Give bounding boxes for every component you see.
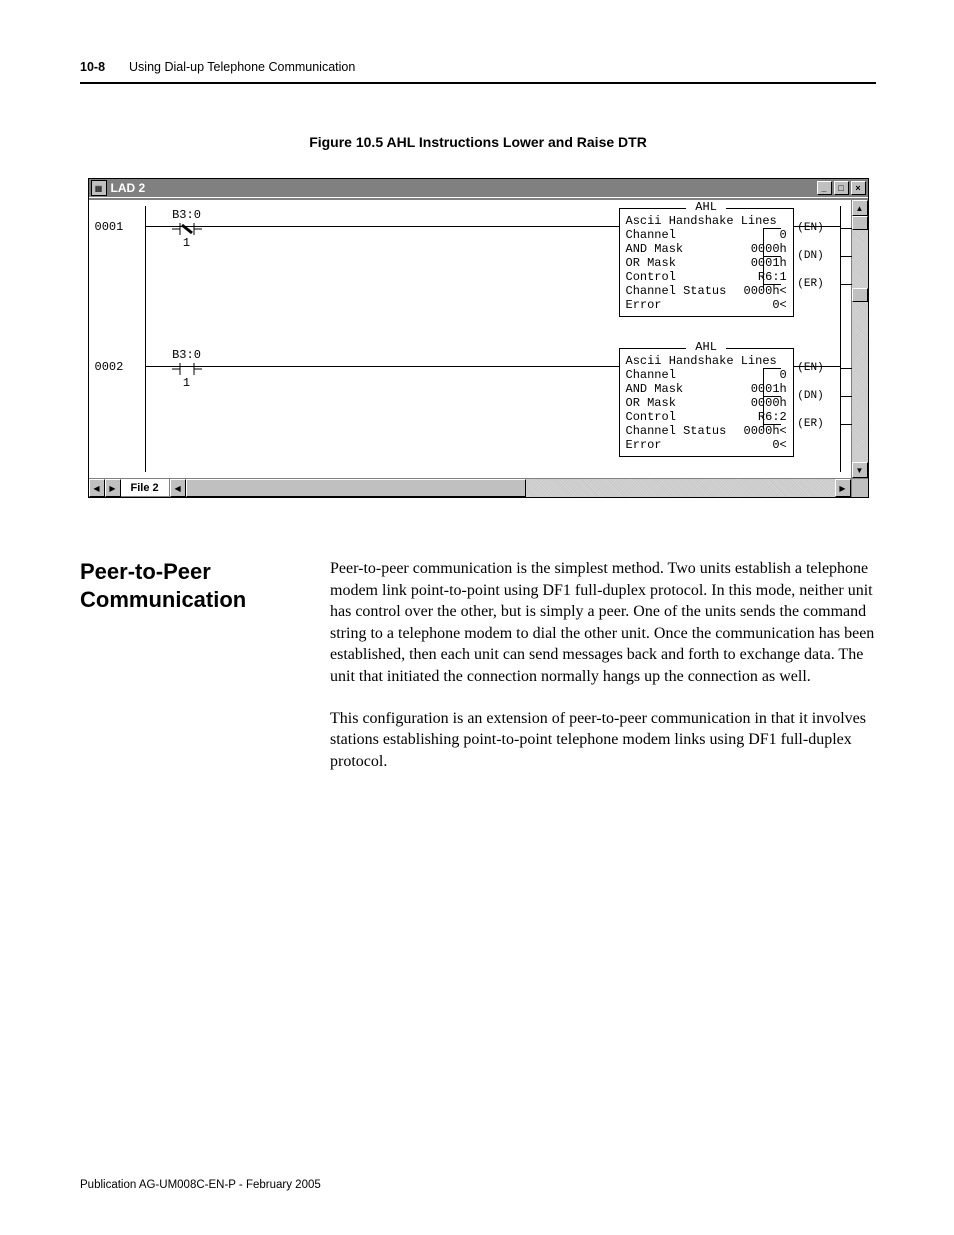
- contact-xic: B3:0 1: [167, 208, 207, 250]
- publication-footer: Publication AG-UM008C-EN-P - February 20…: [80, 1179, 321, 1191]
- scroll-corner: [851, 479, 868, 497]
- rung: 0002 B3:0 1: [89, 348, 851, 478]
- window-title: LAD 2: [111, 181, 815, 195]
- scroll-up-button[interactable]: ▲: [852, 200, 868, 216]
- figure-caption: Figure 10.5 AHL Instructions Lower and R…: [80, 134, 876, 150]
- chapter-title: Using Dial-up Telephone Communication: [129, 60, 355, 74]
- close-button[interactable]: ×: [851, 181, 866, 195]
- output-coils: (EN) (DN) (ER): [781, 354, 841, 438]
- tab-next-button[interactable]: ▶: [105, 479, 121, 497]
- bottom-bar: ◀ ▶ File 2 ◀ ▶: [89, 478, 868, 497]
- page-number: 10-8: [80, 60, 105, 74]
- ladder-canvas: 0001 B3:0 1: [89, 200, 851, 478]
- maximize-button[interactable]: □: [834, 181, 849, 195]
- ahl-instruction: AHL Ascii Handshake Lines Channel0 AND M…: [619, 348, 794, 457]
- page-header: 10-8 Using Dial-up Telephone Communicati…: [80, 60, 876, 84]
- rung-number: 0001: [95, 220, 124, 234]
- app-icon: ▦: [91, 180, 107, 196]
- ladder-window: ▦ LAD 2 _ □ × 0001 B3:0: [88, 178, 869, 498]
- hscroll-left-button[interactable]: ◀: [170, 479, 186, 497]
- rung: 0001 B3:0 1: [89, 208, 851, 338]
- scroll-track[interactable]: [852, 216, 868, 462]
- scroll-thumb[interactable]: [852, 216, 868, 230]
- scroll-down-button[interactable]: ▼: [852, 462, 868, 478]
- contact-xio: B3:0 1: [167, 348, 207, 390]
- scroll-marker[interactable]: [852, 288, 868, 302]
- ahl-instruction: AHL Ascii Handshake Lines Channel0 AND M…: [619, 208, 794, 317]
- hscroll-right-button[interactable]: ▶: [835, 479, 851, 497]
- rung-number: 0002: [95, 360, 124, 374]
- output-coils: (EN) (DN) (ER): [781, 214, 841, 298]
- hscroll-track[interactable]: [186, 479, 835, 497]
- vertical-scrollbar[interactable]: ▲ ▼: [851, 200, 868, 478]
- minimize-button[interactable]: _: [817, 181, 832, 195]
- paragraph: Peer-to-peer communication is the simple…: [330, 558, 876, 688]
- hscroll-thumb[interactable]: [186, 479, 526, 497]
- section-title: Peer-to-Peer Communication: [80, 558, 290, 792]
- section-body: Peer-to-peer communication is the simple…: [330, 558, 876, 792]
- tab-prev-button[interactable]: ◀: [89, 479, 105, 497]
- file-tab[interactable]: File 2: [121, 479, 170, 497]
- paragraph: This configuration is an extension of pe…: [330, 708, 876, 773]
- window-titlebar: ▦ LAD 2 _ □ ×: [89, 179, 868, 197]
